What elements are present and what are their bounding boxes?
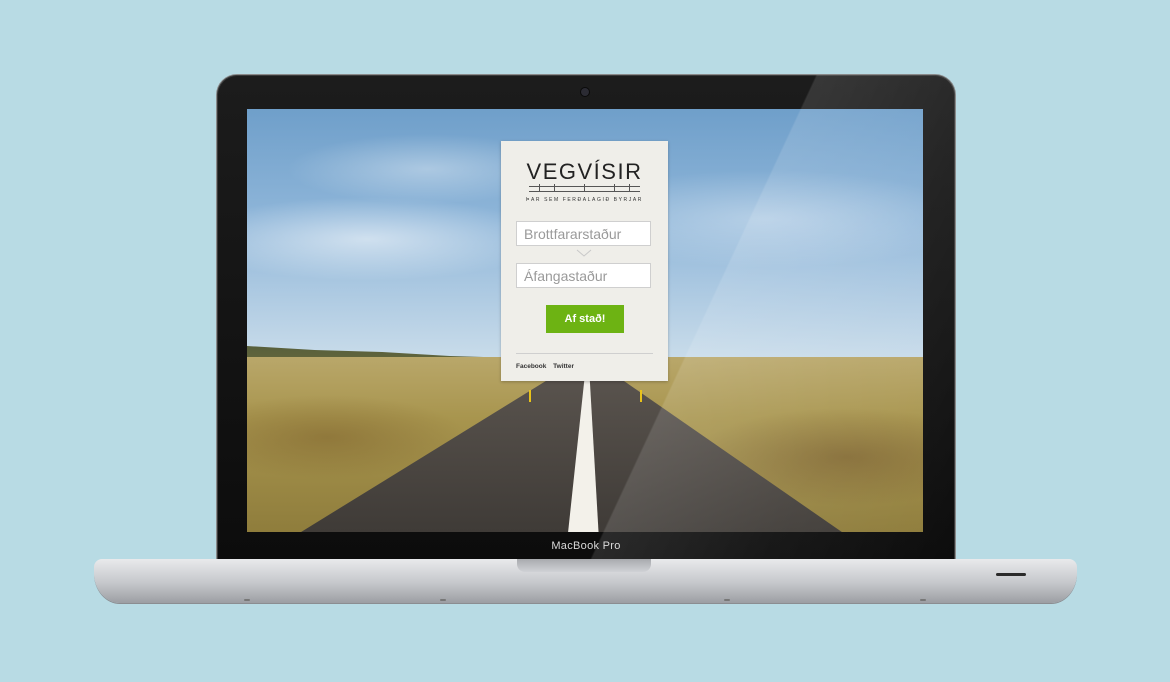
laptop-screen: VEGVÍSIR ÞAR SEM FERÐALAGIÐ BYRJAR Af st…: [247, 109, 923, 532]
destination-input[interactable]: [516, 263, 651, 288]
brand-label: MacBook Pro: [551, 540, 621, 552]
trackpad-notch: [517, 559, 651, 572]
laptop-base: [94, 559, 1077, 603]
laptop-lid: VEGVÍSIR ÞAR SEM FERÐALAGIÐ BYRJAR Af st…: [217, 75, 955, 563]
chevron-down-icon: [576, 249, 592, 257]
go-button[interactable]: Af stað!: [546, 305, 624, 333]
laptop-foot: [920, 599, 926, 601]
sleep-indicator-icon: [996, 573, 1026, 576]
laptop-foot: [244, 599, 250, 601]
laptop-foot: [724, 599, 730, 601]
twitter-link[interactable]: Twitter: [553, 363, 574, 370]
divider: [516, 353, 653, 354]
social-links: Facebook Twitter: [516, 363, 579, 370]
road-marker: [529, 390, 531, 402]
departure-input[interactable]: [516, 221, 651, 246]
road-marker: [640, 390, 642, 402]
laptop-foot: [440, 599, 446, 601]
logo: VEGVÍSIR: [526, 159, 643, 184]
logo-rule: [529, 184, 640, 192]
tagline: ÞAR SEM FERÐALAGIÐ BYRJAR: [526, 197, 643, 203]
facebook-link[interactable]: Facebook: [516, 363, 546, 370]
camera-icon: [581, 88, 589, 96]
search-card: VEGVÍSIR ÞAR SEM FERÐALAGIÐ BYRJAR Af st…: [501, 141, 668, 381]
